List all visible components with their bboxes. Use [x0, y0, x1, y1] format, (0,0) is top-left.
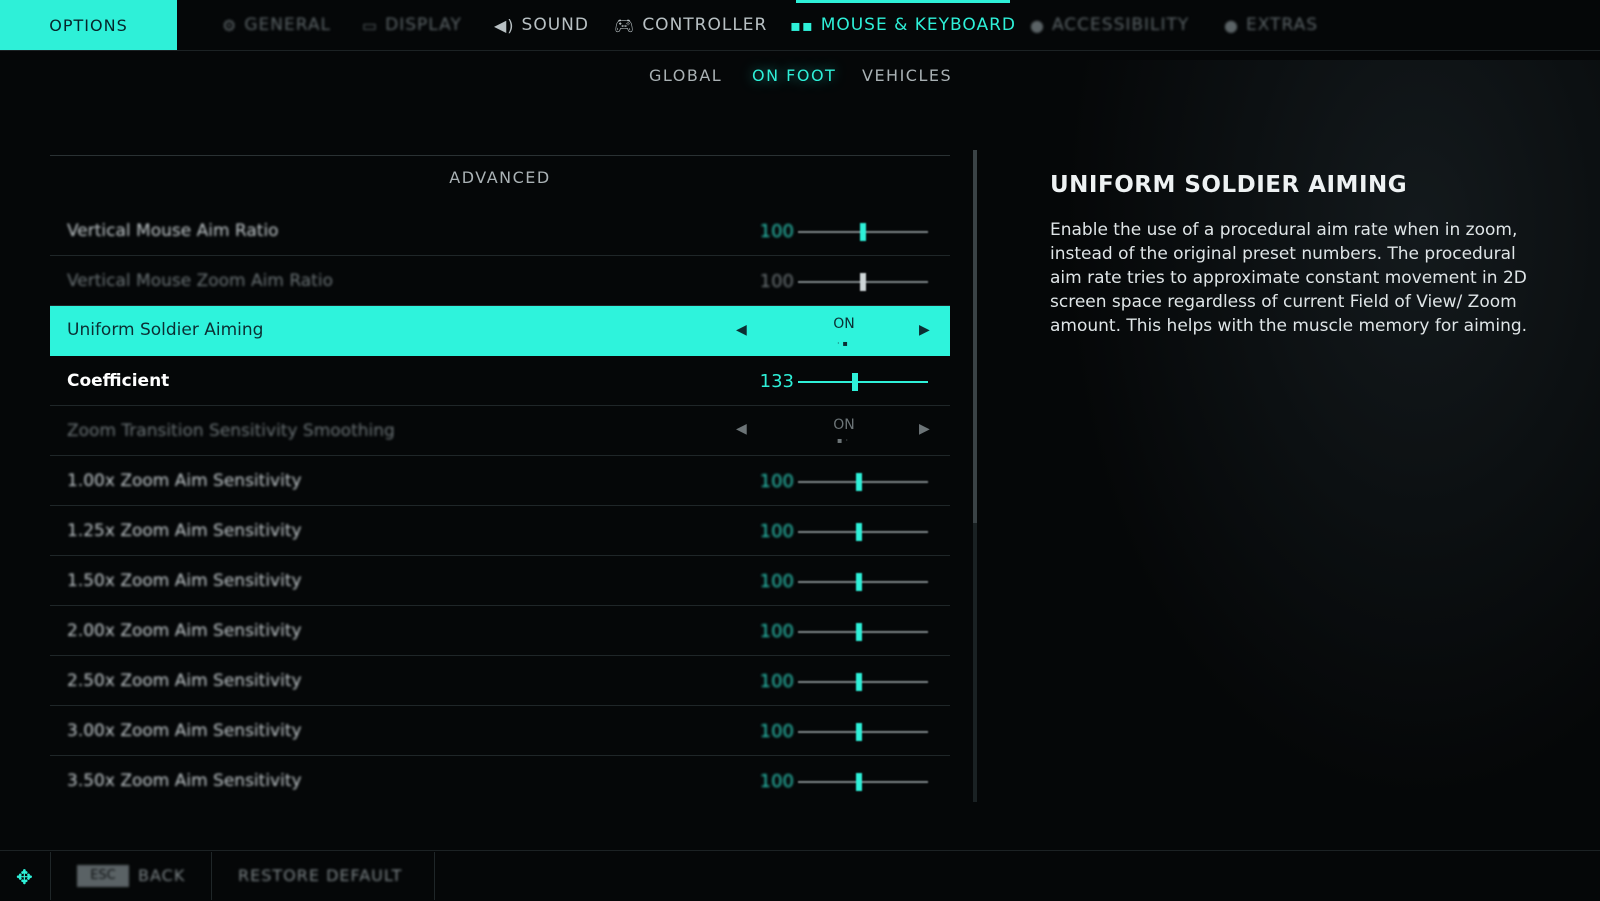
toggle-indicator: ·▪: [837, 339, 851, 348]
description-body: Enable the use of a procedural aim rate …: [1050, 220, 1528, 336]
mouse-keyboard-icon: ▪▪: [790, 15, 814, 35]
scrollbar-thumb[interactable]: [973, 150, 977, 523]
section-title: ADVANCED: [449, 168, 551, 187]
tab-label: ACCESSIBILITY: [1051, 15, 1190, 35]
toggle-indicator: ▪·: [837, 436, 851, 445]
toggle-value: ON: [833, 316, 855, 332]
arrow-right-icon[interactable]: ▶: [919, 421, 930, 437]
setting-label: 3.00x Zoom Aim Sensitivity: [67, 721, 302, 741]
footer-divider: [50, 852, 51, 900]
tab-general[interactable]: ⚙ GENERAL: [222, 0, 331, 50]
slider-handle[interactable]: [856, 673, 863, 691]
tab-accessibility[interactable]: ● ACCESSIBILITY: [1030, 0, 1189, 50]
setting-label: Uniform Soldier Aiming: [67, 320, 264, 340]
slider-handle[interactable]: [856, 723, 863, 741]
tab-sound[interactable]: ◀) SOUND: [494, 0, 589, 50]
tab-label: SOUND: [521, 15, 589, 35]
setting-label: 2.50x Zoom Aim Sensitivity: [67, 671, 302, 691]
setting-value: 100: [759, 721, 794, 742]
setting-value: 100: [759, 671, 794, 692]
options-title: OPTIONS: [0, 0, 177, 50]
setting-label: 1.00x Zoom Aim Sensitivity: [67, 471, 302, 491]
slider-track[interactable]: [798, 731, 928, 733]
setting-row-coefficient[interactable]: Coefficient 133: [50, 357, 950, 406]
setting-label: Vertical Mouse Aim Ratio: [67, 221, 279, 241]
setting-value: 100: [759, 221, 794, 242]
slider-track[interactable]: [798, 631, 928, 633]
setting-label: Zoom Transition Sensitivity Smoothing: [67, 421, 395, 441]
slider-handle[interactable]: [856, 473, 863, 491]
tab-label: CONTROLLER: [642, 15, 768, 35]
setting-row-uniform-soldier-aiming[interactable]: Uniform Soldier Aiming ◀ ON ·▪ ▶: [50, 306, 950, 356]
setting-row-vertical-mouse-aim-ratio[interactable]: Vertical Mouse Aim Ratio 100: [50, 207, 950, 256]
description-title: UNIFORM SOLDIER AIMING: [1050, 172, 1408, 198]
setting-label: 1.25x Zoom Aim Sensitivity: [67, 521, 302, 541]
slider-handle[interactable]: [856, 573, 863, 591]
subtab-on-foot[interactable]: ON FOOT: [752, 66, 836, 85]
setting-label: Vertical Mouse Zoom Aim Ratio: [67, 271, 333, 291]
setting-value: 100: [759, 471, 794, 492]
setting-row-zoom-1-50[interactable]: 1.50x Zoom Aim Sensitivity 100: [50, 557, 950, 606]
gear-icon: ⚙: [222, 15, 238, 35]
footer-divider: [434, 852, 435, 900]
slider-track[interactable]: [798, 681, 928, 683]
setting-value: 133: [759, 371, 794, 392]
setting-row-zoom-transition-smoothing[interactable]: Zoom Transition Sensitivity Smoothing ◀ …: [50, 407, 950, 456]
tab-label: DISPLAY: [385, 15, 462, 35]
slider-handle[interactable]: [856, 773, 863, 791]
panel-divider: [50, 155, 950, 156]
slider-track[interactable]: [798, 781, 928, 783]
tab-label: GENERAL: [244, 15, 331, 35]
slider-track[interactable]: [798, 531, 928, 533]
nav-diamond-icon: ✥: [16, 865, 33, 889]
speaker-icon: ◀): [494, 15, 515, 35]
setting-label: 2.00x Zoom Aim Sensitivity: [67, 621, 302, 641]
setting-value: 100: [759, 521, 794, 542]
subtab-vehicles[interactable]: VEHICLES: [862, 66, 952, 85]
setting-row-zoom-1-00[interactable]: 1.00x Zoom Aim Sensitivity 100: [50, 457, 950, 506]
slider-track[interactable]: [798, 581, 928, 583]
setting-row-zoom-2-00[interactable]: 2.00x Zoom Aim Sensitivity 100: [50, 607, 950, 656]
tab-extras[interactable]: ● EXTRAS: [1224, 0, 1318, 50]
setting-label: 1.50x Zoom Aim Sensitivity: [67, 571, 302, 591]
setting-label: 3.50x Zoom Aim Sensitivity: [67, 771, 302, 791]
extras-icon: ●: [1224, 15, 1239, 35]
setting-value: 100: [759, 271, 794, 292]
slider-track[interactable]: [798, 481, 928, 483]
setting-value: 100: [759, 571, 794, 592]
arrow-right-icon[interactable]: ▶: [919, 322, 930, 338]
tab-controller[interactable]: 🎮︎ CONTROLLER: [614, 0, 767, 50]
slider-handle[interactable]: [852, 373, 859, 391]
gamepad-icon: 🎮︎: [614, 15, 636, 35]
slider-handle[interactable]: [856, 623, 863, 641]
slider-handle[interactable]: [860, 273, 866, 291]
setting-row-zoom-1-25[interactable]: 1.25x Zoom Aim Sensitivity 100: [50, 507, 950, 556]
toggle-value: ON: [833, 417, 855, 433]
arrow-left-icon[interactable]: ◀: [736, 421, 747, 437]
restore-default-button[interactable]: RESTORE DEFAULT: [238, 866, 402, 885]
setting-row-zoom-3-00[interactable]: 3.00x Zoom Aim Sensitivity 100: [50, 707, 950, 756]
tab-mouse-keyboard[interactable]: ▪▪ MOUSE & KEYBOARD: [790, 0, 1016, 50]
setting-value: 100: [759, 621, 794, 642]
monitor-icon: ▭: [362, 15, 379, 35]
back-button[interactable]: BACK: [138, 866, 185, 885]
setting-row-zoom-2-50[interactable]: 2.50x Zoom Aim Sensitivity 100: [50, 657, 950, 706]
setting-label: Coefficient: [67, 371, 170, 391]
accessibility-icon: ●: [1030, 15, 1045, 35]
footer-divider: [211, 852, 212, 900]
slider-track[interactable]: [798, 381, 928, 383]
subtab-global[interactable]: GLOBAL: [649, 66, 722, 85]
esc-key-badge[interactable]: ESC: [77, 865, 129, 887]
tab-label: EXTRAS: [1245, 15, 1318, 35]
setting-value: 100: [759, 771, 794, 792]
slider-handle[interactable]: [860, 223, 866, 241]
setting-row-vertical-mouse-zoom-aim-ratio[interactable]: Vertical Mouse Zoom Aim Ratio 100: [50, 257, 950, 306]
tab-label: MOUSE & KEYBOARD: [820, 15, 1017, 35]
tab-display[interactable]: ▭ DISPLAY: [362, 0, 462, 50]
arrow-left-icon[interactable]: ◀: [736, 322, 747, 338]
setting-row-zoom-3-50[interactable]: 3.50x Zoom Aim Sensitivity 100: [50, 757, 950, 805]
slider-handle[interactable]: [856, 523, 863, 541]
